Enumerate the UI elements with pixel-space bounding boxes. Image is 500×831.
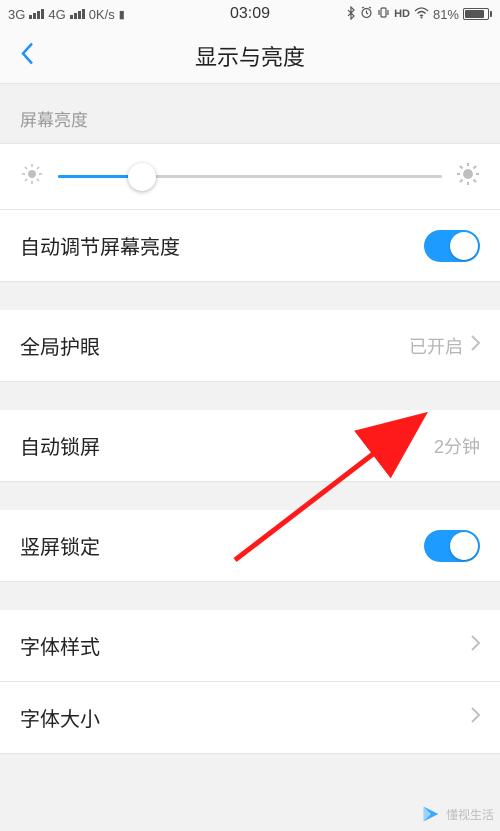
battery-pct-label: 81% [433,7,459,22]
chevron-right-icon [471,707,480,728]
brightness-high-icon [456,162,480,191]
slider-thumb[interactable] [128,163,156,191]
battery-icon [463,8,492,20]
page-title: 显示与亮度 [195,40,305,72]
auto-brightness-toggle[interactable] [424,230,480,262]
network-4g-label: 4G [48,7,65,22]
signal-bars-icon [29,9,44,19]
brightness-low-icon [20,162,44,191]
eye-care-value: 已开启 [409,333,463,359]
chevron-left-icon [20,41,34,65]
auto-lock-row[interactable]: 自动锁屏 2分钟 [0,410,500,482]
font-size-row[interactable]: 字体大小 [0,682,500,754]
vibrate-icon [377,6,390,22]
brightness-section-label: 屏幕亮度 [0,84,500,143]
auto-brightness-row[interactable]: 自动调节屏幕亮度 [0,210,500,282]
brightness-slider[interactable] [58,165,442,189]
alarm-icon [360,6,373,22]
chevron-right-icon [471,635,480,656]
status-right: HD 81% [346,6,492,23]
watermark: 懂视生活 [420,803,494,825]
auto-lock-value: 2分钟 [434,433,480,459]
font-style-row[interactable]: 字体样式 [0,610,500,682]
toggle-knob [450,532,478,560]
status-left: 3G 4G 0K/s ▮ [8,7,125,22]
wifi-icon [414,7,429,22]
hd-label: HD [394,8,410,20]
page-header: 显示与亮度 [0,28,500,84]
brightness-slider-row [0,143,500,210]
bluetooth-icon [346,6,356,23]
eye-care-label: 全局护眼 [20,331,100,360]
watermark-text: 懂视生活 [446,806,494,823]
portrait-lock-toggle[interactable] [424,530,480,562]
portrait-lock-row[interactable]: 竖屏锁定 [0,510,500,582]
portrait-lock-label: 竖屏锁定 [20,531,100,560]
font-size-label: 字体大小 [20,703,100,732]
signal-bars-icon [70,9,85,19]
network-3g-label: 3G [8,7,25,22]
sim-icon: ▮ [119,8,125,21]
auto-lock-label: 自动锁屏 [20,431,100,460]
network-speed-label: 0K/s [89,7,115,22]
font-style-label: 字体样式 [20,631,100,660]
back-button[interactable] [12,33,42,78]
status-bar: 3G 4G 0K/s ▮ 03:09 HD 81% [0,0,500,28]
auto-brightness-label: 自动调节屏幕亮度 [20,231,180,260]
chevron-right-icon [471,335,480,356]
clock-label: 03:09 [230,5,270,23]
toggle-knob [450,232,478,260]
watermark-icon [420,803,442,825]
eye-care-row[interactable]: 全局护眼 已开启 [0,310,500,382]
